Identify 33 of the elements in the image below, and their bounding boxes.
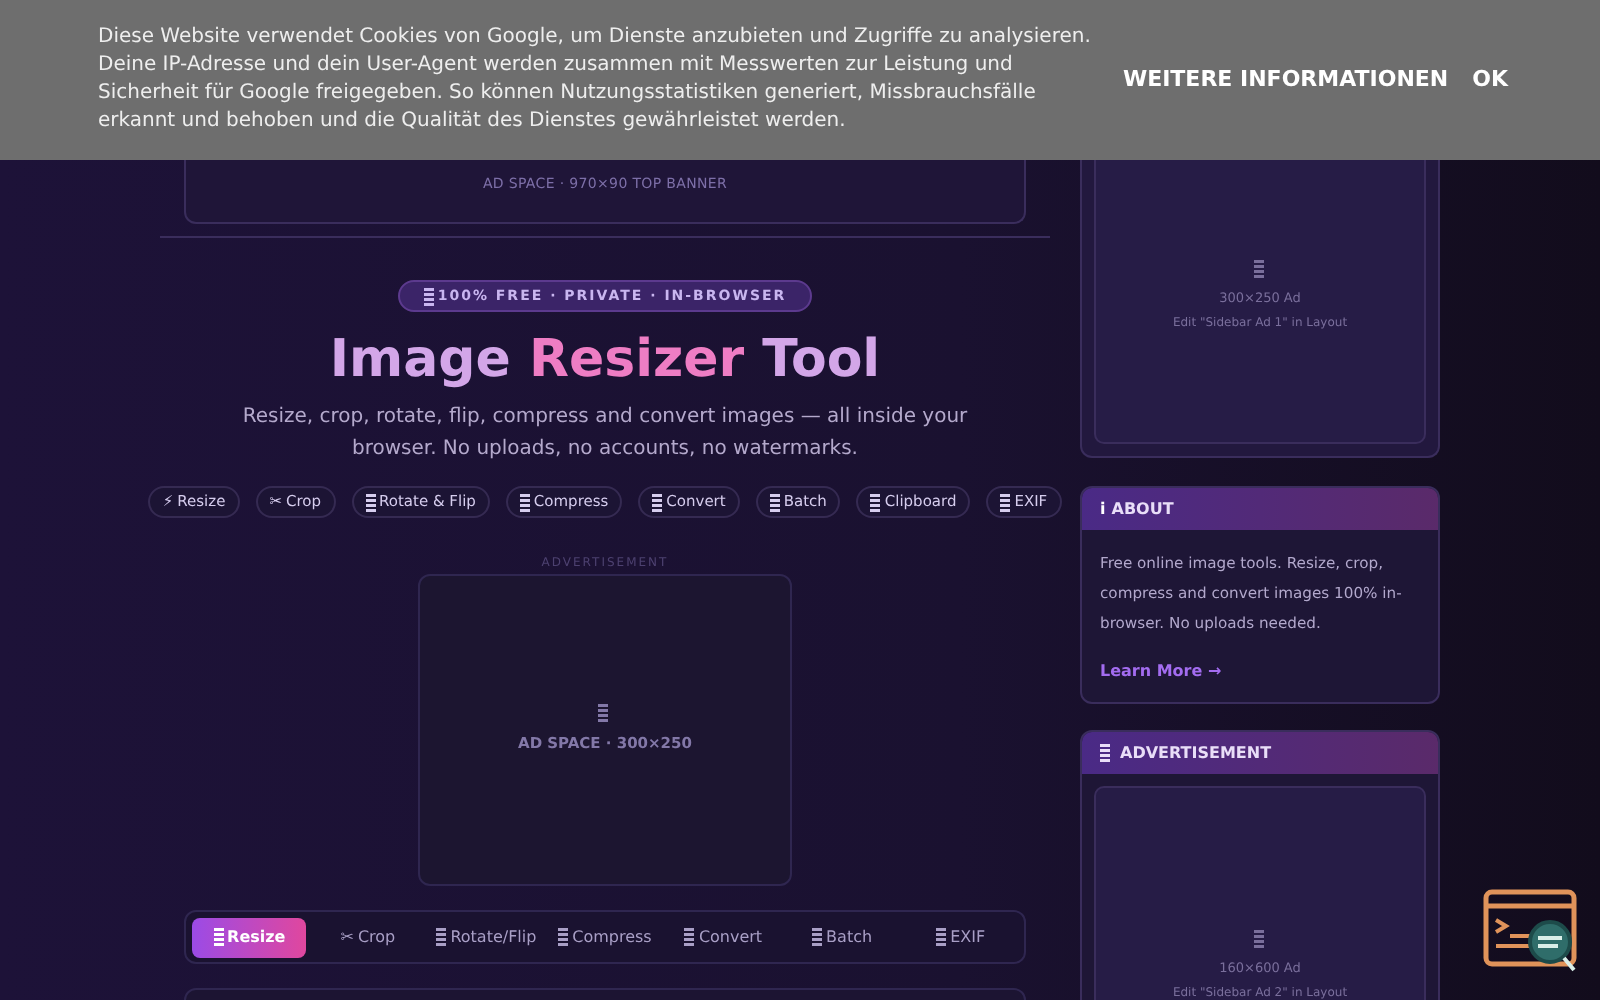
glyph-icon — [769, 493, 780, 511]
glyph-icon — [436, 928, 447, 946]
glyph-icon — [812, 928, 823, 946]
tab[interactable]: ✂ Crop — [310, 917, 426, 957]
tab[interactable]: Resize — [192, 917, 307, 957]
cookie-button[interactable]: OK — [1472, 63, 1508, 97]
glyph-icon — [423, 287, 434, 305]
glyph-icon — [519, 493, 530, 511]
glyph-icon — [1100, 744, 1110, 762]
glyph-icon — [1253, 930, 1263, 949]
glyph-icon — [1000, 493, 1011, 511]
glyph-icon — [684, 928, 695, 946]
about-title: ABOUT — [1111, 497, 1174, 521]
info-icon: i — [1100, 497, 1106, 521]
glyph-icon — [1253, 260, 1263, 279]
glyph-icon — [365, 493, 375, 511]
tab[interactable]: Batch — [784, 917, 900, 957]
glyph-icon — [598, 704, 608, 723]
cookie-button[interactable]: WEITERE INFORMATIONEN — [1122, 63, 1449, 97]
glyph-icon — [558, 928, 569, 946]
tab[interactable]: EXIF — [903, 917, 1018, 957]
hero-subtitle: Resize, crop, rotate, flip, compress and convert images — all inside your browser. No uploads, no accounts, no watermarks. — [240, 404, 970, 464]
glyph-icon — [213, 928, 224, 946]
cookie-text: Diese Website verwendet Cookies von Google, um Dienste anzubieten und Zugriffe zu analysieren. Deine IP-Adresse und dein User-Agent werden zusammen mit Messwerten zur Leistung und Sicherheit für Google freigegeben. So können Nutzungsstatistiken generiert, Missbrauchsfälle erkannt und behoben und die Qualität des Dienstes gewährleistet werden. — [98, 24, 1093, 136]
learn-more-link[interactable]: Learn More → — [1082, 638, 1438, 702]
glyph-icon — [936, 928, 947, 946]
tab[interactable]: Rotate/Flip — [429, 917, 544, 957]
glyph-icon — [870, 493, 881, 511]
tab[interactable]: Compress — [547, 917, 663, 957]
hero-title: Image Resizer Tool — [329, 328, 881, 392]
ad-title: ADVERTISEMENT — [1120, 741, 1272, 765]
tab[interactable]: Convert — [666, 917, 781, 957]
glyph-icon — [652, 493, 663, 511]
